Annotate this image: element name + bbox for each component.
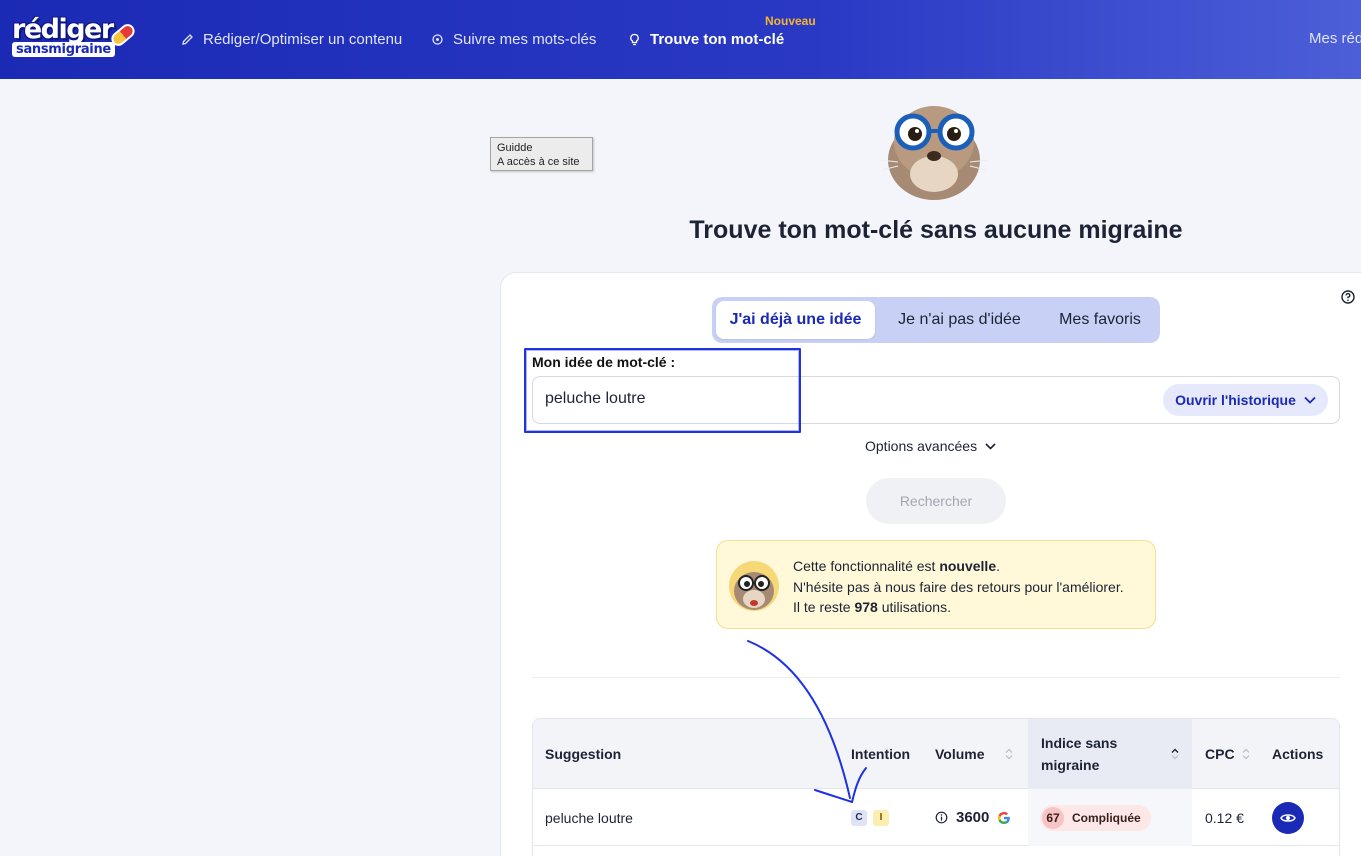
tooltip-text: A accès à ce site — [497, 156, 580, 168]
open-history-label: Ouvrir l'historique — [1175, 392, 1296, 408]
tab-mes-favoris[interactable]: Mes favoris — [1044, 301, 1156, 339]
tab-pas-d-idee[interactable]: Je n'ai pas d'idée — [883, 301, 1036, 339]
intent-badge-commercial: C — [851, 809, 867, 826]
sort-icon — [1005, 748, 1013, 760]
difficulty-label: Compliquée — [1072, 810, 1141, 825]
column-header-indice[interactable]: Indice sans migraine — [1028, 719, 1192, 789]
suggestions-table: Suggestion Intention Volume Indice sans … — [532, 718, 1340, 856]
otter-mascot-image — [878, 94, 990, 202]
notice-line1-end: . — [996, 558, 1000, 574]
target-icon — [431, 33, 444, 46]
column-header-intention: Intention — [851, 746, 911, 762]
nav-item-trouve[interactable]: Trouve ton mot-clé — [628, 29, 784, 49]
table-row: peluche loutre C I 3600 67 Compliquée 0.… — [533, 789, 1339, 846]
cell-intention: C I — [851, 789, 921, 846]
nav-label: Suivre mes mots-clés — [453, 30, 597, 48]
top-navigation-bar: rédiger sansmigraine Rédiger/Optimiser u… — [0, 0, 1361, 79]
section-divider — [532, 677, 1340, 678]
nav-item-rediger[interactable]: Rédiger/Optimiser un contenu — [181, 29, 402, 49]
nav-label: Trouve ton mot-clé — [650, 30, 785, 48]
column-header-volume[interactable]: Volume — [935, 719, 1025, 789]
guidde-tooltip: Guidde A accès à ce site — [490, 137, 593, 171]
difficulty-badge: 67 Compliquée — [1040, 804, 1151, 831]
google-icon — [998, 811, 1011, 824]
cell-volume: 3600 — [935, 789, 1025, 846]
chevron-down-icon — [985, 442, 996, 450]
intent-badge-informational: I — [873, 809, 889, 826]
open-history-button[interactable]: Ouvrir l'historique — [1163, 384, 1328, 416]
lightbulb-icon — [628, 33, 641, 46]
logo-text-sub: sansmigraine — [12, 42, 115, 57]
volume-value: 3600 — [956, 809, 990, 826]
nav-item-suivre[interactable]: Suivre mes mots-clés — [431, 29, 596, 49]
column-header-cpc[interactable]: CPC — [1205, 719, 1265, 789]
chevron-down-icon — [1304, 396, 1316, 404]
column-header-volume-label: Volume — [935, 746, 985, 762]
search-button[interactable]: Rechercher — [866, 478, 1006, 524]
advanced-options-label: Options avancées — [865, 438, 978, 454]
nav-label: Rédiger/Optimiser un contenu — [203, 30, 403, 48]
difficulty-score: 67 — [1042, 806, 1064, 829]
help-icon[interactable] — [1341, 290, 1355, 304]
annotation-highlight-box — [524, 348, 801, 433]
logo[interactable]: rédiger sansmigraine — [12, 14, 138, 62]
cell-actions — [1272, 789, 1337, 846]
notice-line2: N'hésite pas à nous faire des retours po… — [793, 578, 1124, 595]
new-feature-notice: Cette fonctionnalité est nouvelle. N'hés… — [716, 540, 1156, 629]
cell-suggestion: peluche loutre — [545, 809, 633, 826]
notice-text: Cette fonctionnalité est nouvelle. N'hés… — [793, 556, 1124, 618]
notice-line1-text: Cette fonctionnalité est — [793, 558, 940, 574]
table-header: Suggestion Intention Volume Indice sans … — [533, 719, 1339, 789]
tooltip-title: Guidde — [497, 142, 533, 154]
pencil-icon — [181, 33, 194, 46]
column-header-indice-label: Indice sans migraine — [1041, 735, 1118, 773]
view-details-button[interactable] — [1272, 801, 1304, 834]
sort-icon — [1242, 748, 1250, 760]
otter-avatar-image — [729, 561, 779, 611]
info-icon[interactable] — [935, 811, 948, 824]
remaining-uses-count: 978 — [854, 599, 878, 615]
nav-item-mes-redactions[interactable]: Mes réd — [1309, 30, 1361, 47]
notice-line1-bold: nouvelle — [939, 558, 997, 574]
eye-icon — [1280, 813, 1296, 822]
advanced-options-toggle[interactable]: Options avancées — [865, 438, 996, 454]
column-header-suggestion: Suggestion — [545, 746, 622, 762]
cell-cpc: 0.12 € — [1205, 809, 1244, 826]
column-header-cpc-label: CPC — [1205, 746, 1235, 762]
mode-tabs: J'ai déjà une idée Je n'ai pas d'idée Me… — [712, 297, 1160, 343]
page-title: Trouve ton mot-clé sans aucune migraine — [689, 216, 1183, 244]
sort-icon — [1171, 748, 1179, 760]
tab-deja-une-idee[interactable]: J'ai déjà une idée — [716, 301, 875, 339]
cell-indice: 67 Compliquée — [1028, 789, 1192, 846]
column-header-actions: Actions — [1272, 746, 1324, 762]
new-badge: Nouveau — [765, 14, 816, 28]
notice-line3-end: utilisations. — [877, 599, 951, 615]
notice-line3-text: Il te reste — [793, 599, 855, 615]
logo-text-main: rédiger — [12, 14, 114, 45]
